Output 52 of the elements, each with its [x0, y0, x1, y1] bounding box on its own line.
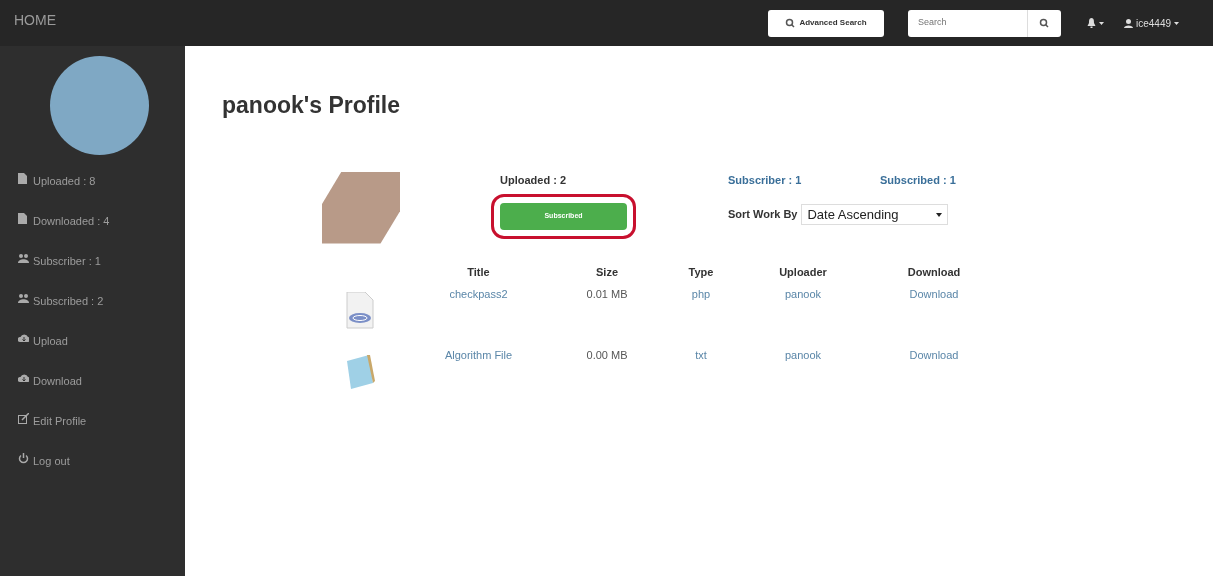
edit-icon: [18, 413, 29, 424]
file-title-link[interactable]: checkpass2: [449, 285, 508, 300]
download-link[interactable]: Download: [909, 346, 959, 361]
file-icon: [18, 173, 29, 184]
sort-label: Sort Work By: [728, 207, 798, 223]
search-icon: [1039, 18, 1050, 28]
search-button[interactable]: [1026, 9, 1061, 37]
sort-select[interactable]: Date Ascending: [801, 204, 949, 226]
download-link[interactable]: Download: [909, 285, 959, 300]
subscribed-link[interactable]: Subscribed : 1: [880, 171, 956, 189]
search-field[interactable]: Search: [907, 9, 1027, 37]
uploaded-count: Uploaded : 2: [500, 172, 567, 188]
caret-icon: [1098, 21, 1104, 25]
bell-icon: [1086, 18, 1096, 28]
sidebar-item[interactable]: Uploaded : 8: [0, 173, 185, 213]
column-header: Size: [595, 264, 619, 280]
sidebar-item[interactable]: Downloaded : 4: [0, 213, 185, 253]
cloud-icon: [18, 373, 29, 384]
column-header: Uploader: [778, 264, 828, 280]
home-link[interactable]: HOME: [14, 10, 56, 31]
caret-icon: [1174, 21, 1179, 25]
users-icon: [18, 293, 29, 304]
sidebar-item[interactable]: Log out: [0, 453, 185, 493]
profile-title: panook's Profile: [222, 92, 401, 120]
power-icon: [18, 453, 29, 464]
cloud-icon: [18, 333, 29, 344]
notifications-menu[interactable]: [1086, 18, 1104, 28]
caret-icon: [936, 212, 943, 217]
search-icon: [785, 18, 796, 28]
file-type: php: [691, 286, 711, 300]
notepad-icon: [345, 352, 375, 391]
user-icon: [1123, 18, 1133, 28]
users-icon: [18, 253, 29, 264]
file-title-link[interactable]: Algorithm File: [444, 346, 513, 361]
column-header: Title: [466, 264, 491, 280]
sidebar-item[interactable]: Upload: [0, 333, 185, 373]
file-size: 0.01 MB: [586, 286, 628, 300]
uploader-link[interactable]: panook: [784, 285, 822, 300]
file-size: 0.00 MB: [586, 347, 628, 361]
column-header: Type: [687, 264, 715, 280]
sidebar-item[interactable]: Subscribed : 2: [0, 293, 185, 333]
sidebar-item[interactable]: Download: [0, 373, 185, 413]
file-icon: [18, 213, 29, 224]
php-file-icon: [345, 291, 375, 330]
advanced-search-button[interactable]: Advanced Search: [767, 9, 884, 37]
user-menu[interactable]: ice4449: [1123, 15, 1179, 31]
sidebar-item[interactable]: Edit Profile: [0, 413, 185, 453]
column-header: Download: [906, 264, 962, 280]
sidebar-item[interactable]: Subscriber : 1: [0, 253, 185, 293]
file-type: txt: [695, 347, 707, 361]
uploader-link[interactable]: panook: [784, 346, 822, 361]
subscriber-link[interactable]: Subscriber : 1: [728, 171, 880, 189]
